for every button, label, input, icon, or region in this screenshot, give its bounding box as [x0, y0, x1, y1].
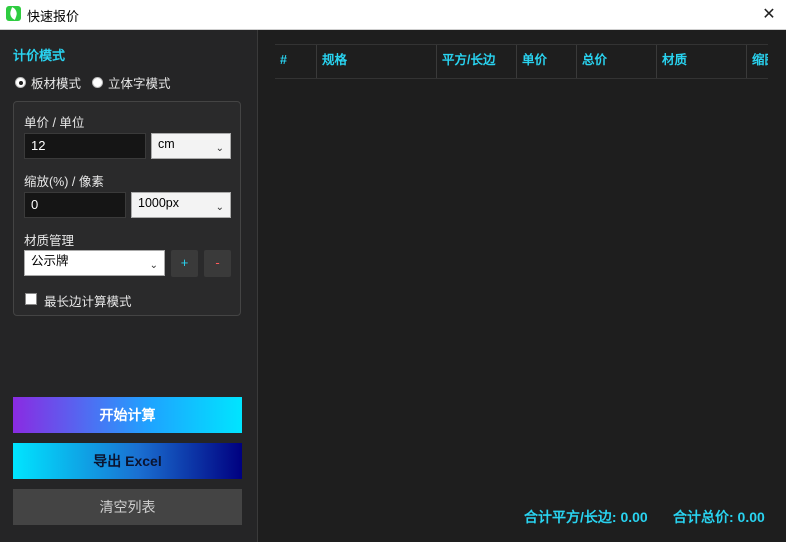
scale-label: 缩放(%) / 像素: [24, 175, 104, 189]
column-header-unit-price[interactable]: 单价: [516, 45, 576, 78]
export-excel-label: 导出 Excel: [93, 453, 162, 469]
unit-price-label: 单价 / 单位: [24, 116, 85, 130]
pixel-select[interactable]: 1000px ⌄: [131, 192, 231, 218]
table-header: # 规格 平方/长边 单价 总价 材质 缩图: [275, 44, 768, 79]
unit-select[interactable]: cm ⌄: [151, 133, 231, 159]
total-price: 合计总价: 0.00: [673, 509, 765, 525]
radio-3d-text-mode-label: 立体字模式: [108, 77, 171, 91]
radio-unchecked-icon[interactable]: [92, 77, 103, 88]
column-header-area[interactable]: 平方/长边: [436, 45, 516, 78]
app-leaf-icon: [6, 6, 21, 21]
radio-3d-text-mode[interactable]: 立体字模式: [92, 73, 171, 92]
column-header-material[interactable]: 材质: [656, 45, 746, 78]
material-select[interactable]: 公示牌 ⌄: [24, 250, 165, 276]
section-title: 计价模式: [13, 48, 66, 63]
add-material-button[interactable]: +: [171, 250, 198, 277]
chevron-down-icon: ⌄: [149, 260, 158, 271]
column-header-thumbnail[interactable]: 缩图: [746, 45, 768, 78]
radio-checked-icon[interactable]: [15, 77, 26, 88]
settings-panel: 计价模式 板材模式 立体字模式 单价 / 单位 12 cm ⌄ 缩放(%) / …: [0, 30, 257, 542]
start-calculation-button[interactable]: 开始计算: [13, 397, 242, 433]
column-header-total[interactable]: 总价: [576, 45, 656, 78]
radio-board-mode-label: 板材模式: [31, 77, 82, 91]
unit-price-input[interactable]: 12: [24, 133, 146, 159]
parameters-group: 单价 / 单位 12 cm ⌄ 缩放(%) / 像素 0 1000px ⌄ 材质…: [13, 101, 241, 316]
window-title: 快速报价: [27, 9, 80, 24]
total-area: 合计平方/长边: 0.00: [524, 509, 648, 525]
longest-side-checkbox[interactable]: [25, 293, 37, 305]
longest-side-label: 最长边计算模式: [44, 295, 132, 309]
title-bar: 快速报价 ✕: [0, 0, 786, 30]
close-button[interactable]: ✕: [752, 0, 786, 29]
unit-select-value: cm: [158, 137, 175, 151]
export-excel-button[interactable]: 导出 Excel: [13, 443, 242, 479]
pixel-select-value: 1000px: [138, 196, 180, 210]
column-header-spec[interactable]: 规格: [316, 45, 436, 78]
results-panel: # 规格 平方/长边 单价 总价 材质 缩图 合计平方/长边: 0.00 合计总…: [258, 30, 786, 542]
radio-board-mode[interactable]: 板材模式: [15, 73, 81, 92]
remove-material-button[interactable]: -: [204, 250, 231, 277]
chevron-down-icon: ⌄: [215, 143, 224, 154]
clear-list-button[interactable]: 清空列表: [13, 489, 242, 525]
scale-input[interactable]: 0: [24, 192, 126, 218]
material-label: 材质管理: [24, 234, 75, 248]
chevron-down-icon: ⌄: [215, 202, 224, 213]
material-select-value: 公示牌: [31, 254, 69, 268]
column-header-index[interactable]: #: [275, 45, 316, 78]
